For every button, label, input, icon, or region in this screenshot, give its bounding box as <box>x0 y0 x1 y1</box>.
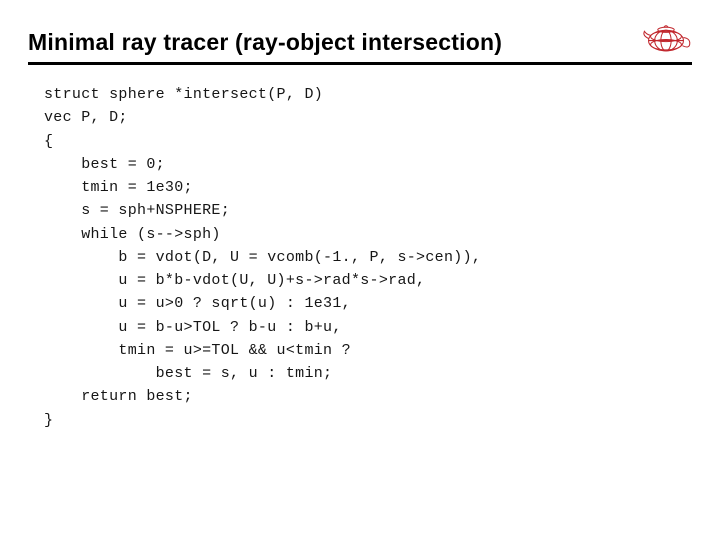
code-block: struct sphere *intersect(P, D) vec P, D;… <box>44 83 692 432</box>
title-row: Minimal ray tracer (ray-object intersect… <box>28 20 692 56</box>
title-underline <box>28 62 692 65</box>
slide: Minimal ray tracer (ray-object intersect… <box>0 0 720 540</box>
teapot-logo <box>640 20 692 56</box>
page-title: Minimal ray tracer (ray-object intersect… <box>28 29 502 56</box>
